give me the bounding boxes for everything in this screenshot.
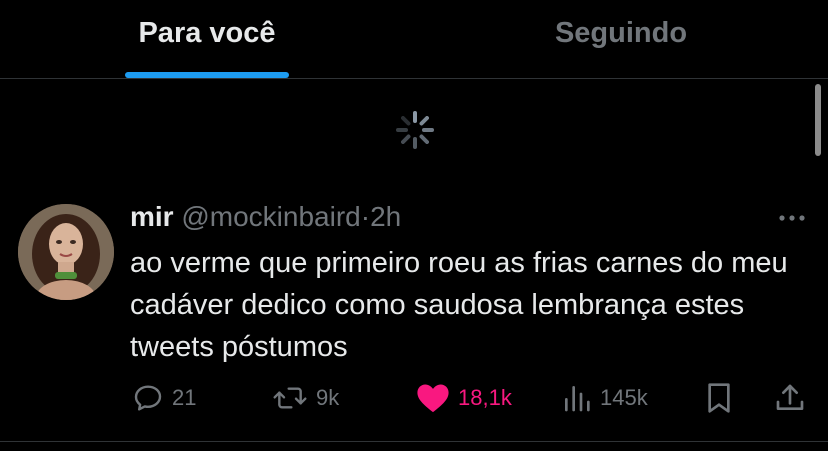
like-count: 18,1k	[458, 385, 512, 410]
more-icon[interactable]	[776, 208, 808, 228]
author-handle[interactable]: @mockinbaird	[181, 201, 360, 232]
author-name[interactable]: mir	[130, 201, 174, 232]
tab-for-you-label: Para você	[138, 17, 276, 49]
spinner-icon	[396, 111, 434, 149]
views-button[interactable]: 145k	[562, 378, 648, 418]
reply-button[interactable]: 21	[132, 378, 196, 418]
tab-following-label: Seguindo	[554, 17, 688, 49]
tab-following[interactable]: Seguindo	[414, 0, 828, 78]
reply-count: 21	[172, 385, 197, 410]
active-tab-indicator	[125, 72, 289, 78]
tweet-time[interactable]: 2h	[370, 201, 401, 232]
tab-for-you[interactable]: Para você	[0, 0, 414, 78]
scrollbar-thumb[interactable]	[815, 84, 821, 156]
tweet[interactable]: mir @mockinbaird·2h ao verme que primeir…	[0, 186, 828, 442]
tweet-text: ao verme que primeiro roeu as frias carn…	[130, 247, 788, 363]
reply-icon	[134, 385, 162, 411]
views-count: 145k	[600, 385, 648, 410]
retweet-count: 9k	[316, 385, 340, 410]
separator-dot: ·	[360, 201, 371, 232]
tweet-actions: 21 9k 18,1k 145k	[0, 378, 828, 418]
share-button[interactable]	[774, 378, 806, 418]
bookmark-button[interactable]	[704, 378, 734, 418]
views-icon	[565, 386, 590, 412]
like-icon	[417, 384, 449, 413]
avatar[interactable]	[18, 204, 114, 300]
tweet-header: mir @mockinbaird·2h	[130, 200, 401, 234]
timeline-tabs: Para você Seguindo	[0, 0, 828, 79]
retweet-icon	[273, 387, 307, 409]
bookmark-icon	[708, 383, 730, 413]
retweet-button[interactable]: 9k	[272, 378, 339, 418]
share-icon	[776, 384, 804, 410]
like-button[interactable]: 18,1k	[416, 378, 512, 418]
